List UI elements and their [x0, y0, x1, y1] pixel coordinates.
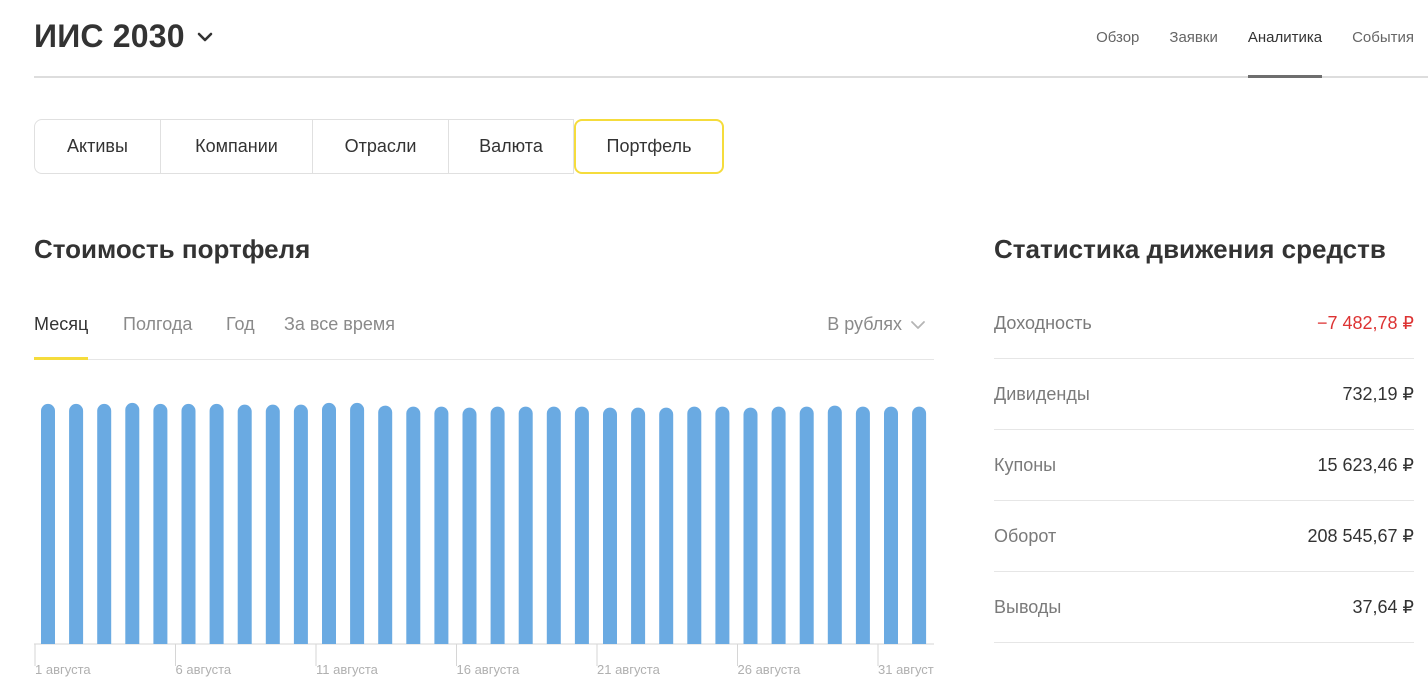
chart-bar[interactable]: [350, 402, 365, 644]
period-all-time[interactable]: За все время: [284, 314, 395, 335]
tab-companies[interactable]: Компании: [161, 119, 313, 174]
period-month[interactable]: Месяц: [34, 314, 89, 360]
chart-bar[interactable]: [574, 406, 589, 644]
stat-label: Дивиденды: [994, 383, 1090, 404]
chart-bar[interactable]: [799, 406, 814, 644]
account-title: ИИС 2030: [34, 18, 185, 54]
period-half-year[interactable]: Полгода: [123, 314, 192, 335]
chart-bar[interactable]: [265, 404, 280, 644]
tab-currency[interactable]: Валюта: [449, 119, 574, 174]
chart-bar[interactable]: [322, 402, 336, 644]
cashflow-stats-title: Статистика движения средств: [994, 234, 1386, 264]
stat-row-withdrawals: Выводы 37,64 ₽: [994, 572, 1414, 643]
chart-bar[interactable]: [603, 407, 617, 644]
tab-industries[interactable]: Отрасли: [313, 119, 449, 174]
chart-bar[interactable]: [659, 407, 674, 644]
chart-bar[interactable]: [406, 406, 421, 644]
tab-assets[interactable]: Активы: [34, 119, 161, 174]
chart-bar[interactable]: [293, 404, 308, 644]
stat-label: Выводы: [994, 596, 1062, 617]
header: ИИС 2030 Обзор Заявки Аналитика События: [34, 0, 1428, 78]
chart-bar[interactable]: [97, 403, 112, 644]
nav-overview[interactable]: Обзор: [1096, 0, 1139, 78]
chart-bar[interactable]: [125, 402, 140, 644]
chart-bar[interactable]: [631, 407, 646, 644]
chart-bar[interactable]: [715, 406, 730, 644]
x-axis-tick-label: 31 августа: [878, 662, 934, 677]
chart-bar[interactable]: [855, 406, 870, 644]
chart-bar[interactable]: [884, 406, 898, 644]
chart-bar[interactable]: [546, 406, 561, 644]
stat-label: Оборот: [994, 525, 1057, 546]
tab-portfolio[interactable]: Портфель: [574, 119, 724, 174]
stat-value: 732,19 ₽: [1342, 383, 1414, 404]
chart-bar[interactable]: [41, 403, 55, 644]
stat-row-turnover: Оборот 208 545,67 ₽: [994, 501, 1414, 572]
chart-bar[interactable]: [237, 404, 252, 644]
stat-row-dividends: Дивиденды 732,19 ₽: [994, 359, 1414, 430]
chart-bar[interactable]: [69, 403, 84, 644]
portfolio-value-title: Стоимость портфеля: [34, 234, 311, 264]
stat-value: 37,64 ₽: [1352, 596, 1415, 617]
nav-analytics[interactable]: Аналитика: [1247, 0, 1323, 78]
chart-bar[interactable]: [771, 406, 786, 644]
chart-bar[interactable]: [912, 406, 927, 644]
chart-bar[interactable]: [490, 406, 505, 644]
chart-bar[interactable]: [743, 407, 758, 644]
chart-bar[interactable]: [153, 403, 168, 644]
chart-bar[interactable]: [378, 405, 393, 644]
chevron-down-icon: [197, 32, 213, 41]
stat-label: Купоны: [994, 454, 1057, 475]
analytics-segment-tabs: Активы Компании Отрасли Валюта Портфель: [34, 119, 724, 174]
currency-dropdown[interactable]: В рублях: [827, 314, 926, 335]
period-tabs: Месяц Полгода Год За все время В рублях: [34, 300, 934, 360]
nav-orders[interactable]: Заявки: [1169, 0, 1217, 78]
top-navigation: Обзор Заявки Аналитика События: [1096, 0, 1414, 78]
x-axis-tick-label: 6 августа: [176, 662, 232, 677]
chart-bar[interactable]: [687, 406, 702, 644]
period-year[interactable]: Год: [226, 314, 255, 335]
chart-bar[interactable]: [434, 406, 449, 644]
x-axis-tick-label: 21 августа: [597, 662, 661, 677]
chart-bar[interactable]: [181, 403, 196, 644]
stat-row-coupons: Купоны 15 623,46 ₽: [994, 430, 1414, 501]
chart-bar[interactable]: [209, 403, 224, 644]
chart-bar[interactable]: [518, 406, 533, 644]
x-axis-tick-label: 16 августа: [457, 662, 521, 677]
chevron-down-icon: [911, 320, 925, 329]
x-axis-tick-label: 11 августа: [316, 662, 379, 677]
nav-events[interactable]: События: [1352, 0, 1414, 78]
chart-bar[interactable]: [462, 407, 477, 644]
x-axis-tick-label: 1 августа: [35, 662, 91, 677]
stat-value: 15 623,46 ₽: [1317, 454, 1414, 475]
chart-bar[interactable]: [827, 405, 842, 644]
stat-row-yield: Доходность −7 482,78 ₽: [994, 288, 1414, 359]
stat-value: 208 545,67 ₽: [1307, 525, 1414, 546]
x-axis-tick-label: 26 августа: [738, 662, 802, 677]
portfolio-value-chart: 1 августа 6 августа 11 августа 16 августа 21…: [34, 402, 934, 677]
stat-label: Доходность: [994, 312, 1092, 333]
stat-value: −7 482,78 ₽: [1316, 312, 1414, 333]
cashflow-stats-list: Доходность −7 482,78 ₽ Дивиденды 732,19 …: [994, 288, 1414, 643]
account-selector[interactable]: ИИС 2030: [34, 18, 215, 55]
currency-label: В рублях: [827, 314, 902, 334]
